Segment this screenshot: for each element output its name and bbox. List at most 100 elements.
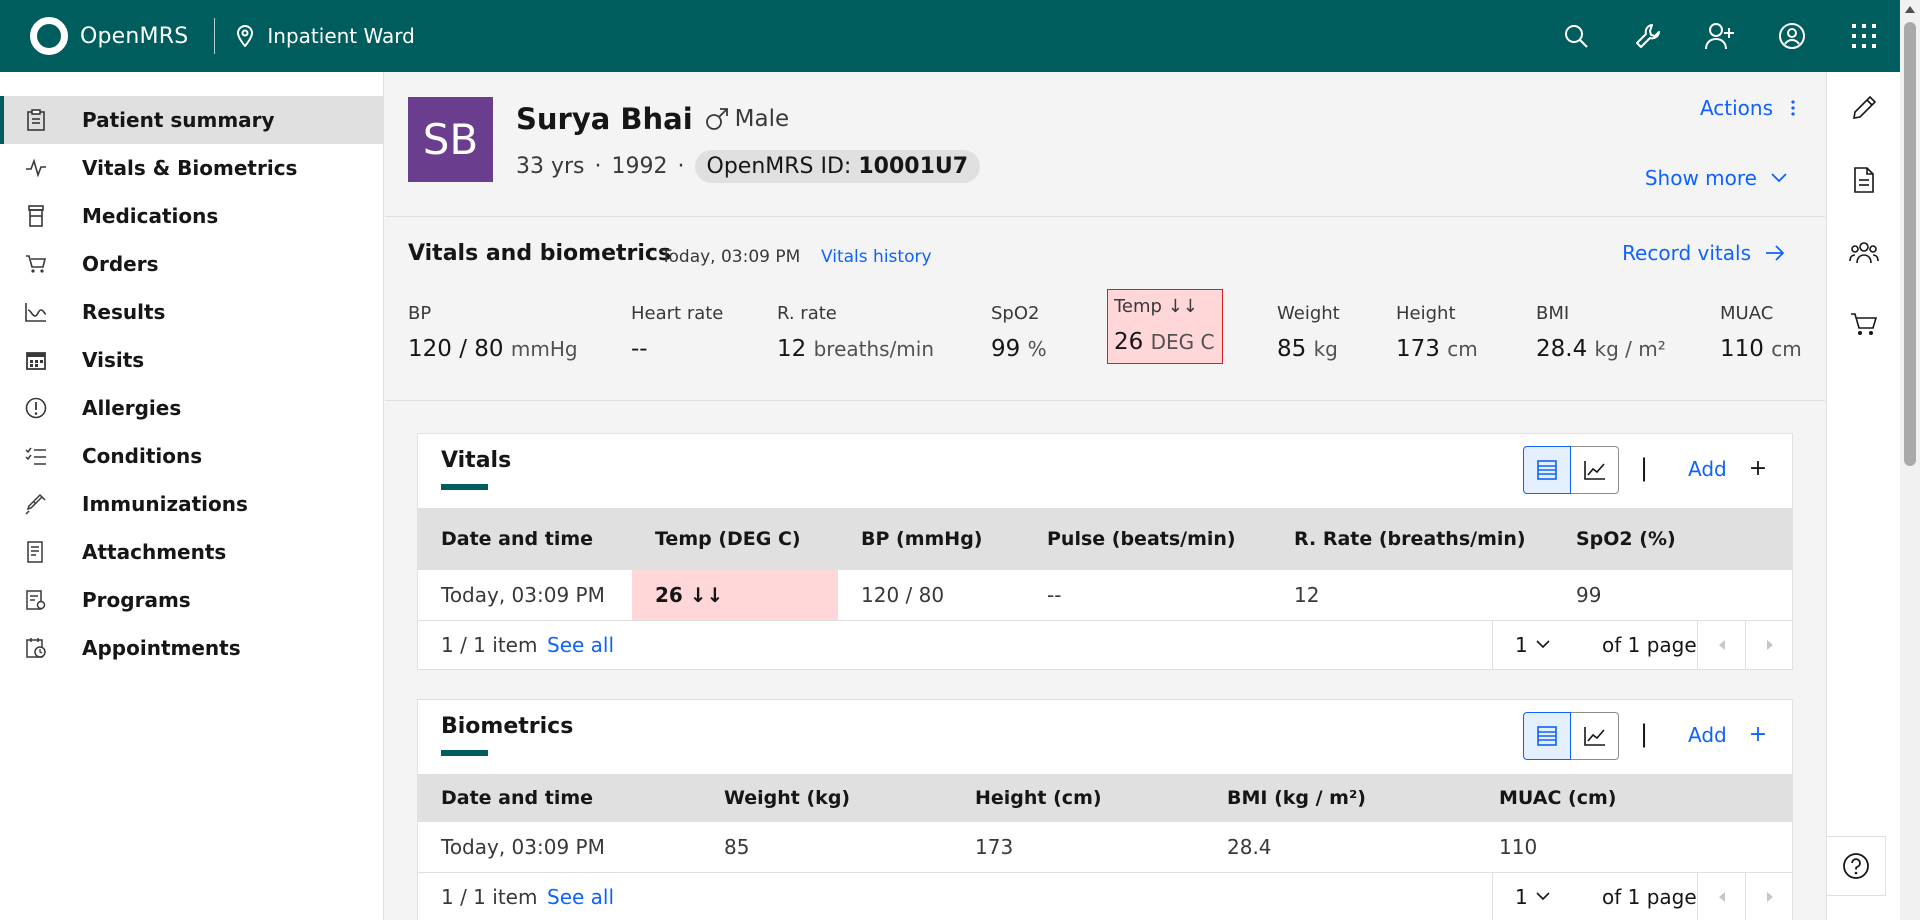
next-page-button[interactable]: [1745, 872, 1793, 920]
vitals-header-title: Vitals and biometrics: [408, 241, 672, 266]
column-header[interactable]: SpO2 (%): [1553, 508, 1792, 570]
vital-value: 173: [1396, 336, 1440, 362]
nav-item-label: Vitals & Biometrics: [82, 156, 298, 180]
nav-item-vitals-biometrics[interactable]: Vitals & Biometrics: [0, 144, 383, 192]
next-page-button[interactable]: [1745, 620, 1793, 669]
brand[interactable]: OpenMRS: [30, 0, 188, 72]
page-scrollbar[interactable]: [1900, 0, 1920, 920]
chart-view-button[interactable]: [1571, 712, 1619, 760]
clinical-form-button[interactable]: [1827, 72, 1901, 144]
patient-lists-button[interactable]: [1827, 216, 1901, 288]
scroll-up-arrow-icon[interactable]: [1905, 6, 1915, 13]
location-selector[interactable]: Inpatient Ward: [235, 24, 415, 48]
nav-item-label: Visits: [82, 348, 145, 372]
nav-item-appointments[interactable]: Appointments: [0, 624, 383, 672]
patient-name: Surya Bhai: [516, 102, 693, 136]
vital-unit: %: [1027, 337, 1047, 361]
column-header[interactable]: MUAC (cm): [1476, 774, 1792, 822]
card-title-underline: [441, 750, 488, 756]
chart-icon: [24, 300, 48, 324]
table-cell: 12: [1271, 570, 1553, 621]
column-header[interactable]: Date and time: [418, 508, 632, 570]
search-button[interactable]: [1540, 0, 1612, 72]
nav-item-attachments[interactable]: Attachments: [0, 528, 383, 576]
patient-banner: SB Surya Bhai Male 33 yrs · 1992 · OpenM…: [385, 72, 1825, 217]
table-cell: 99: [1553, 570, 1792, 621]
nav-item-conditions[interactable]: Conditions: [0, 432, 383, 480]
table-view-button[interactable]: [1523, 446, 1571, 494]
nav-item-medications[interactable]: Medications: [0, 192, 383, 240]
add-label: Add: [1688, 722, 1727, 747]
chart-view-button[interactable]: [1571, 446, 1619, 494]
column-header[interactable]: Weight (kg): [701, 774, 952, 822]
page-select[interactable]: 1: [1492, 620, 1576, 669]
show-more-button[interactable]: Show more: [1645, 166, 1787, 190]
warning-circle-icon: [24, 396, 48, 420]
actions-menu-button[interactable]: Actions: [1700, 96, 1795, 120]
vital-unit: cm: [1447, 337, 1478, 361]
see-all-link[interactable]: See all: [547, 885, 614, 909]
page-select[interactable]: 1: [1492, 872, 1576, 920]
header-divider: [214, 18, 216, 54]
page-total: of 1 page: [1602, 632, 1697, 657]
vitals-history-link[interactable]: Vitals history: [821, 247, 932, 267]
column-header[interactable]: Date and time: [418, 774, 701, 822]
system-admin-button[interactable]: [1612, 0, 1684, 72]
prev-page-button[interactable]: [1697, 620, 1745, 669]
nav-item-programs[interactable]: Programs: [0, 576, 383, 624]
right-action-rail: [1826, 72, 1900, 920]
see-all-link[interactable]: See all: [547, 633, 614, 657]
nav-item-visits[interactable]: Visits: [0, 336, 383, 384]
chevron-down-icon: [1536, 892, 1550, 901]
prev-page-button[interactable]: [1697, 872, 1745, 920]
visit-note-button[interactable]: [1827, 144, 1901, 216]
program-icon: [24, 588, 48, 612]
nav-item-label: Allergies: [82, 396, 182, 420]
nav-item-label: Immunizations: [82, 492, 248, 516]
caret-right-icon: [1766, 891, 1773, 902]
location-pin-icon: [237, 25, 254, 47]
nav-item-orders[interactable]: Orders: [0, 240, 383, 288]
column-header[interactable]: BP (mmHg): [838, 508, 1024, 570]
app-switcher-button[interactable]: [1828, 0, 1900, 72]
table-cell: Today, 03:09 PM: [418, 822, 701, 873]
add-vitals-button[interactable]: Add +: [1688, 456, 1767, 481]
column-header[interactable]: Temp (DEG C): [632, 508, 838, 570]
add-label: Add: [1688, 456, 1727, 481]
add-biometrics-button[interactable]: Add +: [1688, 722, 1767, 747]
vital-value: 120 / 80: [408, 336, 504, 362]
help-button[interactable]: [1826, 836, 1886, 896]
attachment-icon: [24, 540, 48, 564]
item-count: 1 / 1 item: [441, 884, 538, 909]
column-header[interactable]: Pulse (beats/min): [1024, 508, 1271, 570]
nav-item-allergies[interactable]: Allergies: [0, 384, 383, 432]
add-patient-button[interactable]: [1684, 0, 1756, 72]
column-header[interactable]: Height (cm): [952, 774, 1204, 822]
nav-item-label: Attachments: [82, 540, 227, 564]
add-user-icon: [1705, 23, 1734, 50]
document-icon: [1854, 167, 1874, 193]
scrollbar-thumb[interactable]: [1904, 22, 1916, 466]
record-vitals-button[interactable]: Record vitals: [1622, 241, 1785, 265]
patient-id-badge: OpenMRS ID: 10001U7: [694, 150, 981, 183]
column-header[interactable]: BMI (kg / m²): [1204, 774, 1476, 822]
vital-spo2: SpO2 99 %: [991, 303, 1047, 362]
openmrs-logo-icon: [30, 17, 68, 55]
card-title: Vitals: [441, 448, 512, 473]
pagination: 1 / 1 item See all 1 of 1 page: [418, 872, 1793, 920]
patient-gender-label: Male: [734, 106, 790, 132]
clipboard-icon: [24, 108, 48, 132]
table-cell: Today, 03:09 PM: [418, 570, 632, 621]
chevron-down-icon: [1536, 640, 1550, 649]
nav-item-immunizations[interactable]: Immunizations: [0, 480, 383, 528]
vital-unit: breaths/min: [813, 337, 935, 361]
vital-bp: BP 120 / 80 mmHg: [408, 303, 578, 362]
table-cell: 173: [952, 822, 1204, 873]
vital-unit: cm: [1771, 337, 1802, 361]
table-view-button[interactable]: [1523, 712, 1571, 760]
column-header[interactable]: R. Rate (breaths/min): [1271, 508, 1553, 570]
nav-item-results[interactable]: Results: [0, 288, 383, 336]
user-menu-button[interactable]: [1756, 0, 1828, 72]
nav-item-patient-summary[interactable]: Patient summary: [0, 96, 383, 144]
order-basket-button[interactable]: [1827, 288, 1901, 360]
